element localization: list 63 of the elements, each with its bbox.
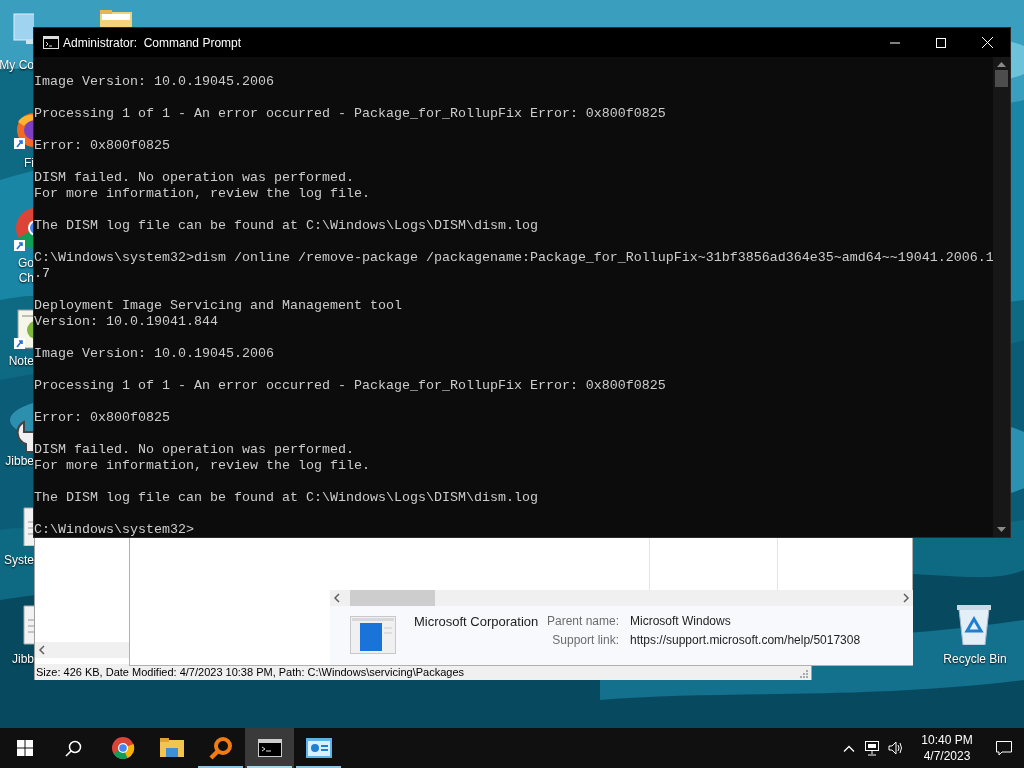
scroll-left-icon[interactable]: [38, 645, 46, 655]
monitor-icon[interactable]: [12, 12, 34, 44]
magnifier-icon[interactable]: [208, 736, 233, 760]
icon-label[interactable]: Go: [18, 256, 34, 271]
icon-label[interactable]: Syste: [4, 553, 34, 568]
console-line: Image Version: 10.0.19045.2006: [34, 74, 275, 90]
scroll-right-icon[interactable]: [902, 593, 910, 603]
clock-date[interactable]: 4/7/2023: [923, 748, 971, 764]
start-icon[interactable]: [16, 740, 33, 756]
window-title: Administrator: Command Prompt: [63, 34, 242, 52]
scroll-up-icon[interactable]: [997, 61, 1006, 67]
control-panel-icon[interactable]: [305, 738, 332, 758]
field-label: Parent name:: [546, 614, 619, 629]
scroll-thumb[interactable]: [995, 70, 1008, 87]
scroll-thumb[interactable]: [350, 590, 435, 606]
chrome-icon[interactable]: [110, 736, 135, 760]
console-line: The DISM log file can be found at C:\Windows\Logs\DISM\dism.log: [34, 490, 539, 506]
console-line: Error: 0x800f0825: [34, 138, 171, 154]
scroll-left-icon[interactable]: [333, 593, 341, 603]
console-line: .7: [34, 266, 51, 282]
icon-label[interactable]: Note: [8, 354, 34, 369]
console-line: Version: 10.0.19041.844: [34, 314, 219, 330]
icon-label[interactable]: Jibbe: [5, 454, 34, 469]
notification-icon[interactable]: [996, 740, 1012, 756]
console-line: DISM failed. No operation was performed.: [34, 442, 355, 458]
icon-label[interactable]: Jibb: [12, 652, 34, 667]
icon-label[interactable]: Fi: [24, 156, 34, 171]
console-line: Processing 1 of 1 - An error occurred - Package_for_RollupFix Error: 0x800f0825: [34, 378, 667, 394]
notepad-icon[interactable]: [14, 308, 34, 350]
wrench-icon[interactable]: [14, 418, 34, 454]
console-line: Deployment Image Servicing and Management tool: [34, 298, 403, 314]
console-line: For more information, review the log file.: [34, 458, 371, 474]
package-icon: [350, 616, 396, 654]
document-icon[interactable]: [22, 604, 34, 646]
field-value: https://support.microsoft.com/help/5017308: [630, 633, 861, 648]
console-line: Processing 1 of 1 - An error occurred - Package_for_RollupFix Error: 0x800f0825: [34, 106, 667, 122]
console-line: C:\Windows\system32>: [34, 522, 195, 537]
console-line: C:\Windows\system32>dism /online /remove-package /packagename:Package_for_RollupFix~31bf3856ad364e35~amd64~~19041.2006.1: [34, 250, 993, 265]
maximize-icon[interactable]: [936, 37, 946, 48]
clock-time[interactable]: 10:40 PM: [921, 732, 973, 748]
console-icon: [43, 36, 59, 49]
console-icon[interactable]: [257, 739, 282, 757]
console-line: Image Version: 10.0.19045.2006: [34, 346, 275, 362]
taskbar-button[interactable]: [245, 728, 294, 768]
chevron-up-icon[interactable]: [843, 744, 855, 752]
icon-label[interactable]: Ch: [18, 271, 34, 286]
close-icon[interactable]: [981, 37, 993, 48]
scroll-down-icon[interactable]: [997, 527, 1006, 533]
console-line: For more information, review the log file.: [34, 186, 371, 202]
folder-icon[interactable]: [159, 738, 184, 758]
field-value: Microsoft Windows: [630, 614, 731, 629]
recycle-bin-icon[interactable]: [955, 603, 993, 645]
volume-icon[interactable]: [888, 741, 904, 755]
console-line: Error: 0x800f0825: [34, 410, 171, 426]
console-line: The DISM log file can be found at C:\Windows\Logs\DISM\dism.log: [34, 218, 539, 234]
publisher-name: Microsoft Corporation: [414, 613, 539, 630]
document-icon[interactable]: [22, 506, 34, 546]
resize-grip-icon[interactable]: [800, 670, 809, 679]
field-label: Support link:: [552, 633, 619, 648]
icon-label[interactable]: Recycle Bin: [943, 652, 1007, 667]
network-icon[interactable]: [865, 740, 881, 756]
search-icon[interactable]: [65, 739, 82, 757]
console-line: DISM failed. No operation was performed.: [34, 170, 355, 186]
